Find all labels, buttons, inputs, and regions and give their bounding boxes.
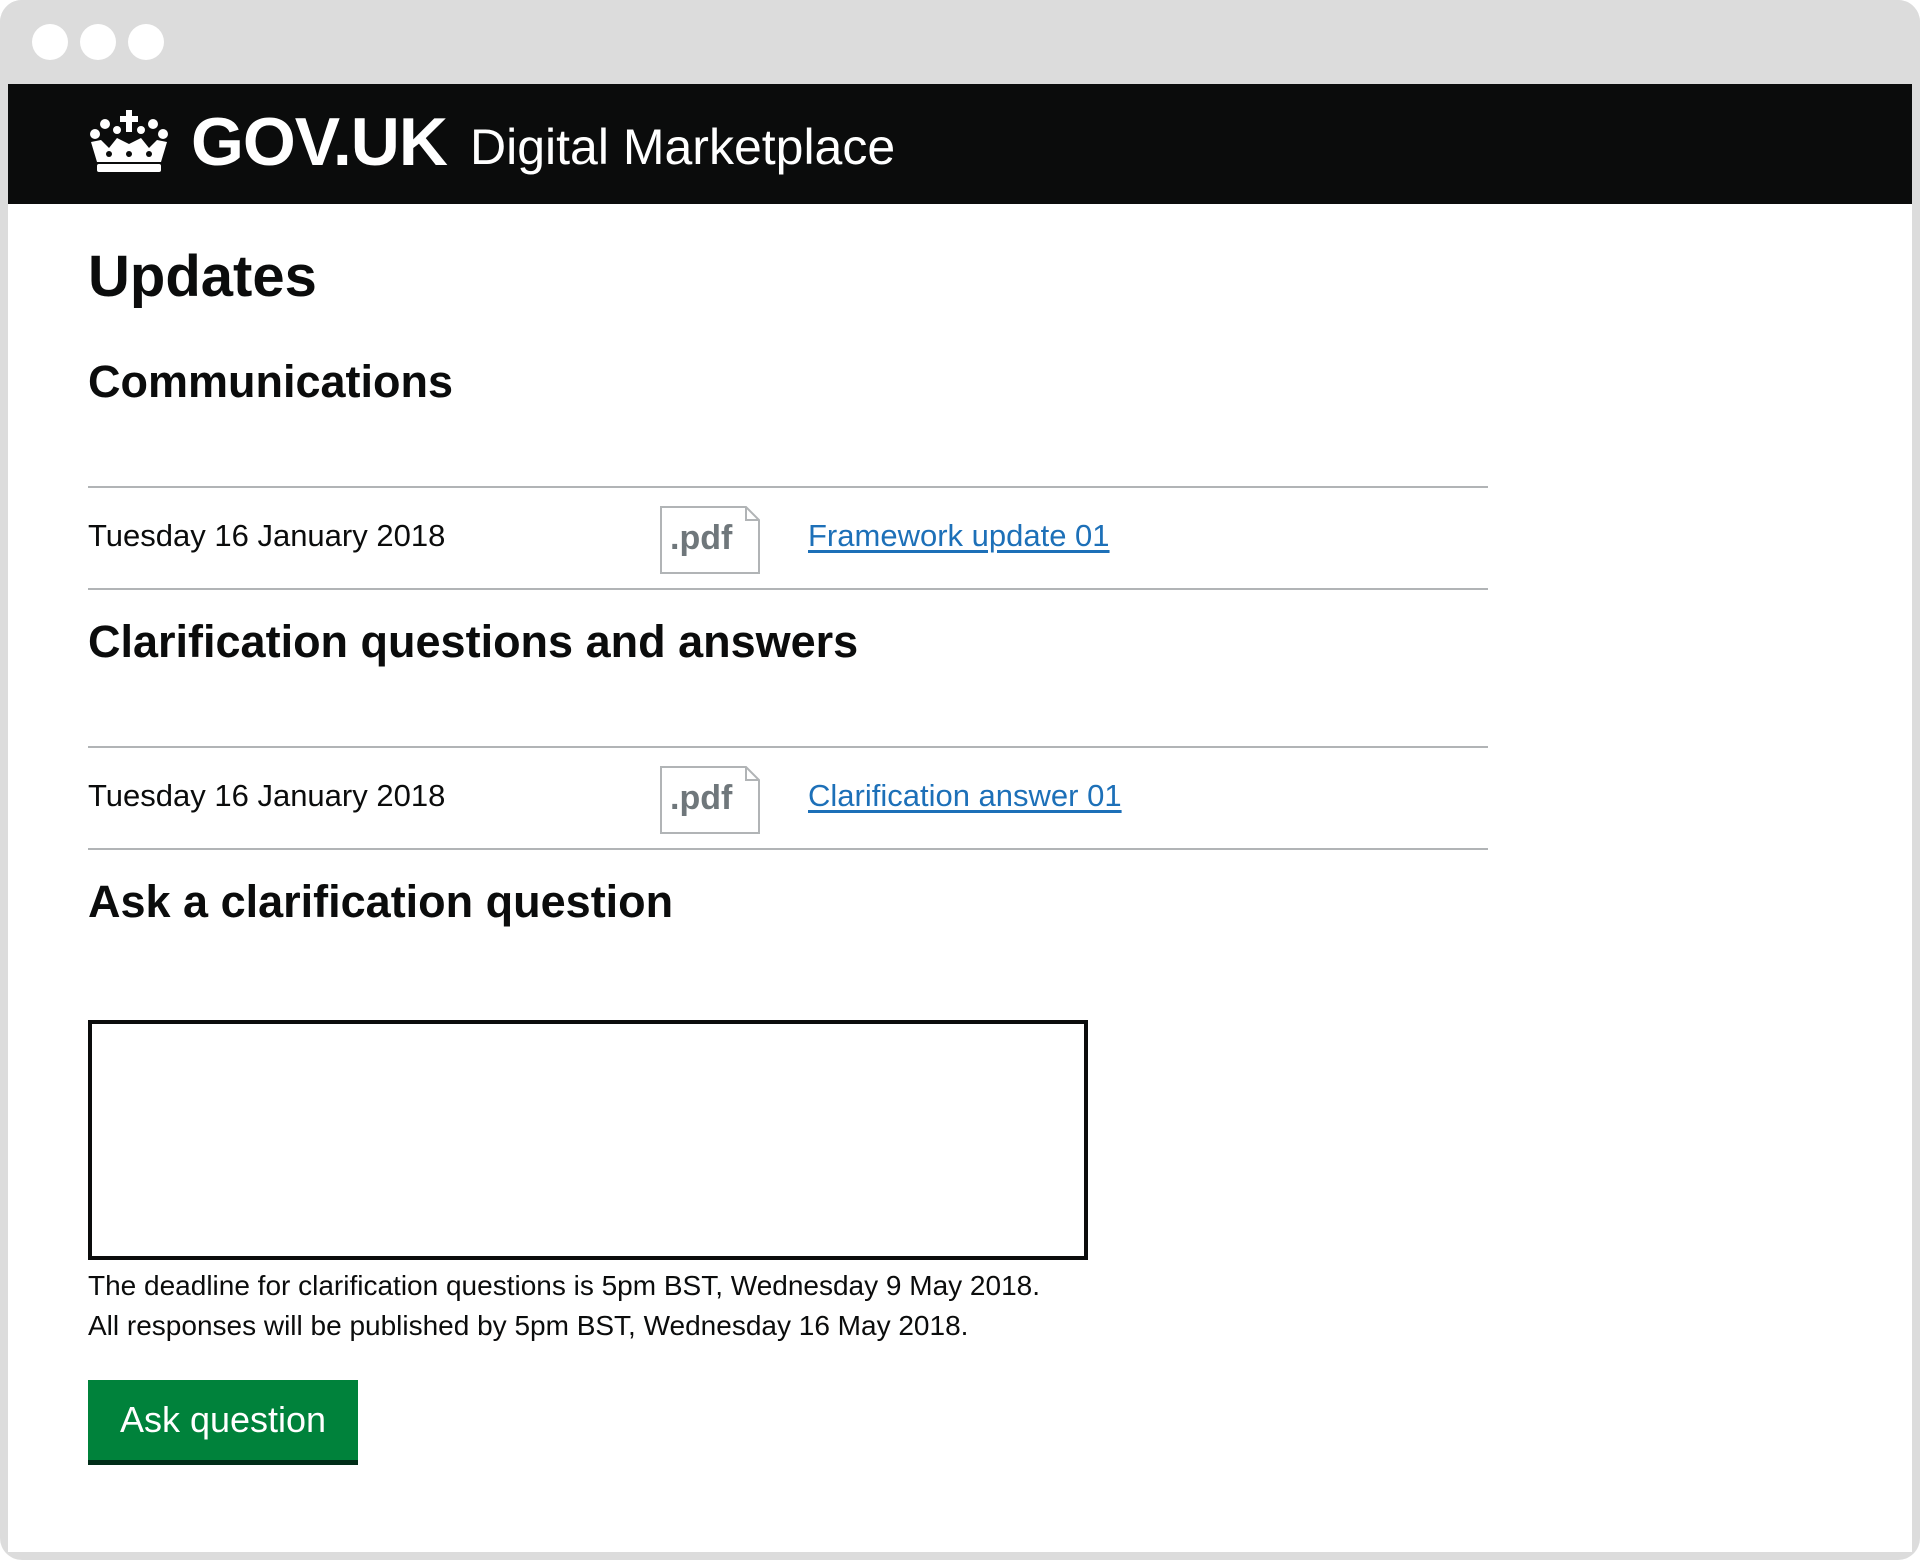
window-dot-icon[interactable] — [80, 24, 116, 60]
ask-question-button[interactable]: Ask question — [88, 1380, 358, 1460]
site-header: GOV.UK Digital Marketplace — [8, 84, 1912, 204]
ask-question-heading: Ask a clarification question — [88, 876, 674, 927]
browser-titlebar — [0, 0, 1920, 84]
page-title: Updates — [88, 244, 317, 309]
clarification-answer-link[interactable]: Clarification answer 01 — [808, 776, 1122, 816]
crown-icon — [87, 110, 171, 176]
window-dot-icon[interactable] — [32, 24, 68, 60]
deadline-hint: The deadline for clarification questions… — [88, 1270, 1040, 1301]
framework-update-link[interactable]: Framework update 01 — [808, 516, 1110, 556]
file-type-label: .pdf — [670, 519, 733, 557]
page-viewport: GOV.UK Digital Marketplace Updates Commu… — [8, 84, 1912, 1552]
clarifications-heading: Clarification questions and answers — [88, 616, 859, 667]
item-date: Tuesday 16 January 2018 — [88, 518, 446, 553]
communications-heading: Communications — [88, 356, 454, 407]
window-dot-icon[interactable] — [128, 24, 164, 60]
govuk-logo-text[interactable]: GOV.UK — [191, 102, 448, 182]
publish-hint: All responses will be published by 5pm B… — [88, 1310, 969, 1341]
item-date: Tuesday 16 January 2018 — [88, 778, 446, 813]
service-name[interactable]: Digital Marketplace — [470, 112, 895, 182]
file-type-label: .pdf — [670, 779, 733, 817]
browser-window: GOV.UK Digital Marketplace Updates Commu… — [0, 0, 1920, 1560]
list-item: Tuesday 16 January 2018 .pdf Framework u… — [88, 486, 1488, 590]
pdf-file-icon: .pdf — [660, 766, 760, 834]
list-item: Tuesday 16 January 2018 .pdf Clarificati… — [88, 746, 1488, 850]
clarification-question-input[interactable] — [88, 1020, 1088, 1260]
pdf-file-icon: .pdf — [660, 506, 760, 574]
